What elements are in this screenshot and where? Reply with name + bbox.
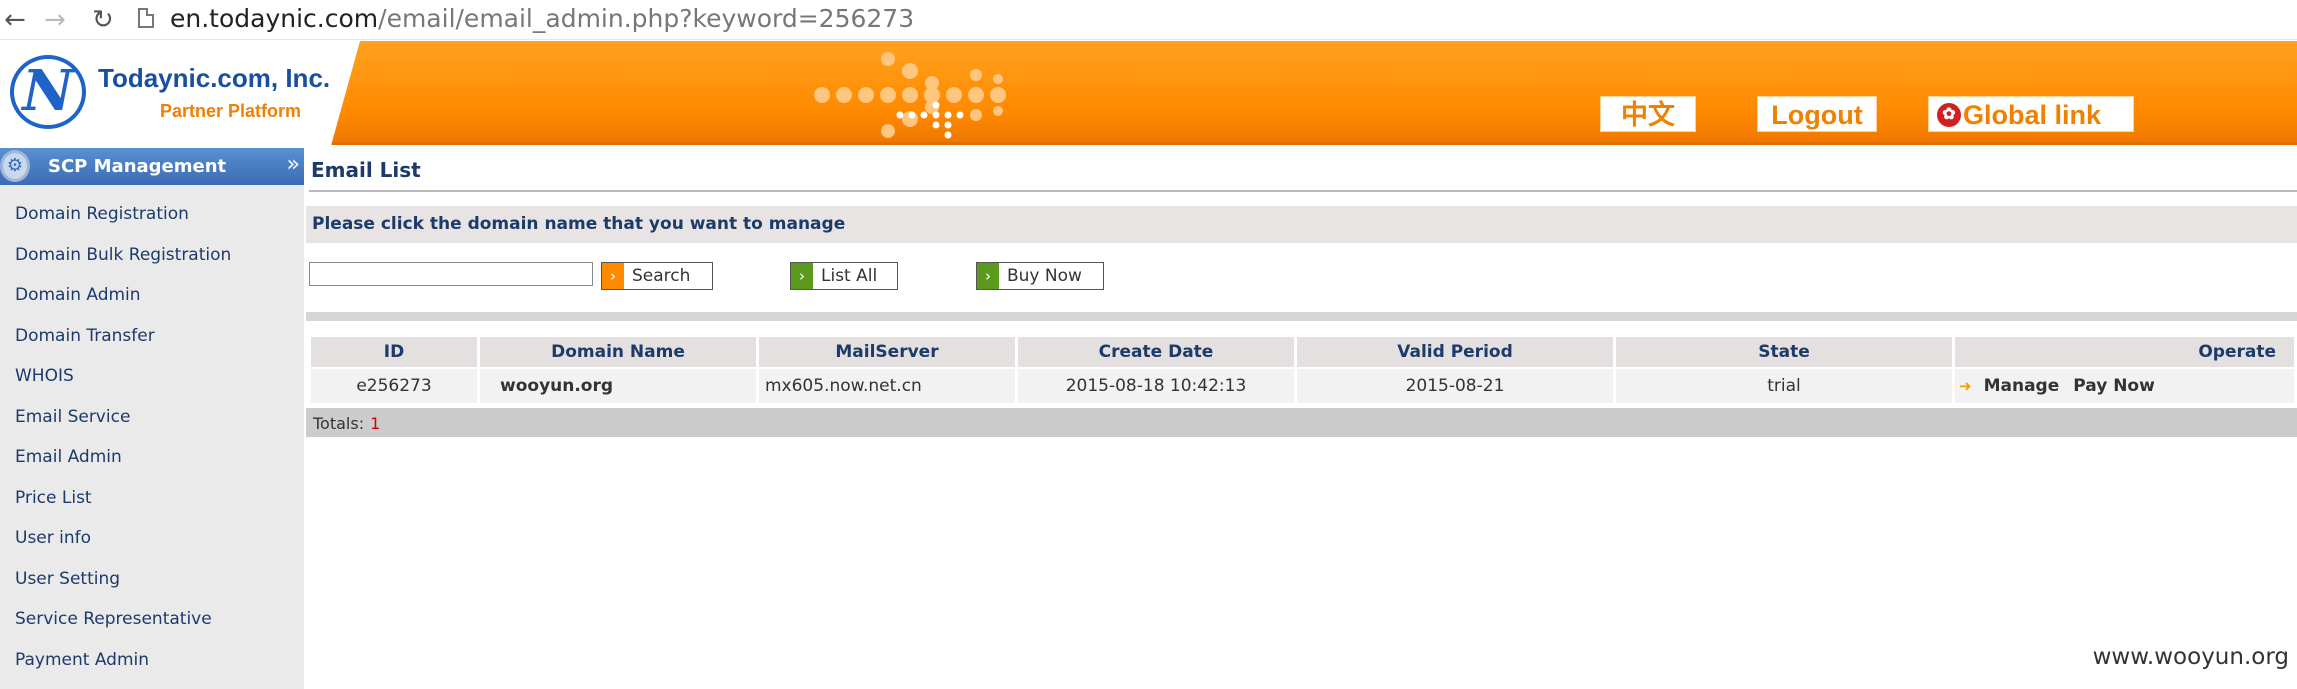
sidebar-item-domain-bulk-registration[interactable]: Domain Bulk Registration bbox=[0, 235, 304, 276]
sidebar-item-whois[interactable]: WHOIS bbox=[0, 356, 304, 397]
column-header-create-date: Create Date bbox=[1018, 337, 1294, 367]
watermark-text: www.wooyun.org bbox=[2092, 644, 2289, 670]
logout-button[interactable]: Logout bbox=[1757, 96, 1877, 132]
url-host: en.todaynic.com bbox=[170, 4, 379, 33]
column-header-domain: Domain Name bbox=[480, 337, 756, 367]
global-link-button[interactable]: ✿ Global link bbox=[1928, 96, 2134, 132]
sidebar-header: ⚙ SCP Management » bbox=[0, 148, 304, 185]
browser-toolbar: ← → ↻ en.todaynic.com/email/email_admin.… bbox=[0, 0, 2297, 40]
sidebar-item-email-service[interactable]: Email Service bbox=[0, 397, 304, 438]
sidebar-item-payment-admin[interactable]: Payment Admin bbox=[0, 640, 304, 681]
url-path: /email/email_admin.php?keyword=256273 bbox=[378, 4, 915, 33]
instruction-text: Please click the domain name that you wa… bbox=[312, 214, 846, 234]
instruction-bar: Please click the domain name that you wa… bbox=[306, 206, 2297, 243]
double-chevron-right-icon[interactable]: » bbox=[287, 152, 300, 178]
global-link-label: Global link bbox=[1963, 100, 2102, 130]
company-name: Todaynic.com, Inc. bbox=[98, 63, 331, 93]
totals-text: Totals: bbox=[313, 414, 365, 433]
sidebar-menu: Domain Registration Domain Bulk Registra… bbox=[0, 194, 304, 680]
column-header-valid-period: Valid Period bbox=[1297, 337, 1613, 367]
table-header-row: ID Domain Name MailServer Create Date Va… bbox=[311, 337, 2294, 367]
chevron-right-icon: › bbox=[791, 263, 813, 289]
back-arrow-icon[interactable]: ← bbox=[4, 4, 26, 36]
chevron-right-icon: › bbox=[977, 263, 999, 289]
list-all-button[interactable]: › List All bbox=[790, 262, 898, 290]
section-divider bbox=[306, 312, 2297, 321]
cell-state: trial bbox=[1616, 369, 1952, 403]
totals-label: Totals: 1 bbox=[313, 414, 380, 433]
forward-arrow-icon[interactable]: → bbox=[44, 4, 66, 36]
sidebar-item-user-setting[interactable]: User Setting bbox=[0, 559, 304, 600]
page-title: Email List bbox=[311, 158, 421, 182]
manage-link[interactable]: Manage bbox=[1984, 376, 2060, 396]
logo[interactable]: N Todaynic.com, Inc. Partner Platform bbox=[0, 41, 360, 145]
buy-now-button-label: Buy Now bbox=[1007, 266, 1082, 286]
sidebar-title: SCP Management bbox=[48, 156, 227, 177]
main-content: Email List Please click the domain name … bbox=[304, 148, 2297, 689]
sidebar-item-domain-transfer[interactable]: Domain Transfer bbox=[0, 316, 304, 357]
cell-id: e256273 bbox=[311, 369, 477, 403]
cell-create-date: 2015-08-18 10:42:13 bbox=[1018, 369, 1294, 403]
email-list-table: ID Domain Name MailServer Create Date Va… bbox=[308, 335, 2297, 405]
search-button[interactable]: › Search bbox=[601, 262, 713, 290]
buy-now-button[interactable]: › Buy Now bbox=[976, 262, 1104, 290]
cell-domain-link[interactable]: wooyun.org bbox=[480, 369, 756, 403]
column-header-mailserver: MailServer bbox=[759, 337, 1015, 367]
sidebar-item-domain-registration[interactable]: Domain Registration bbox=[0, 194, 304, 235]
pay-now-link[interactable]: Pay Now bbox=[2073, 376, 2155, 396]
globe-icon: ✿ bbox=[1937, 103, 1961, 127]
list-all-button-label: List All bbox=[821, 266, 878, 286]
reload-icon[interactable]: ↻ bbox=[92, 4, 114, 36]
gear-icon: ⚙ bbox=[0, 150, 30, 182]
search-button-label: Search bbox=[632, 266, 691, 286]
column-header-operate: Operate bbox=[1955, 337, 2294, 367]
sidebar: ⚙ SCP Management » Domain Registration D… bbox=[0, 148, 304, 689]
chevron-right-icon: › bbox=[602, 263, 624, 289]
totals-bar: Totals: 1 bbox=[306, 408, 2297, 437]
arrow-right-icon: ➜ bbox=[1959, 377, 1972, 395]
logo-mark-icon: N bbox=[10, 55, 86, 129]
site-header: N Todaynic.com, Inc. Partner Platform 中文… bbox=[0, 41, 2297, 145]
sidebar-item-user-info[interactable]: User info bbox=[0, 518, 304, 559]
column-header-state: State bbox=[1616, 337, 1952, 367]
cell-operate: ➜ Manage Pay Now bbox=[1955, 369, 2294, 403]
cell-mailserver: mx605.now.net.cn bbox=[759, 369, 1015, 403]
page-icon bbox=[138, 8, 154, 28]
totals-count: 1 bbox=[370, 414, 381, 433]
title-divider bbox=[309, 190, 2297, 192]
platform-name: Partner Platform bbox=[160, 101, 302, 121]
search-input[interactable] bbox=[309, 262, 593, 286]
sidebar-item-domain-admin[interactable]: Domain Admin bbox=[0, 275, 304, 316]
sidebar-item-service-representative[interactable]: Service Representative bbox=[0, 599, 304, 640]
address-bar[interactable]: en.todaynic.com/email/email_admin.php?ke… bbox=[170, 4, 914, 34]
column-header-id: ID bbox=[311, 337, 477, 367]
sidebar-item-email-admin[interactable]: Email Admin bbox=[0, 437, 304, 478]
cell-valid-period: 2015-08-21 bbox=[1297, 369, 1613, 403]
chinese-language-button[interactable]: 中文 bbox=[1600, 96, 1696, 132]
sidebar-item-price-list[interactable]: Price List bbox=[0, 478, 304, 519]
table-row: e256273 wooyun.org mx605.now.net.cn 2015… bbox=[311, 369, 2294, 403]
arrow-dots-graphic bbox=[814, 52, 1006, 139]
